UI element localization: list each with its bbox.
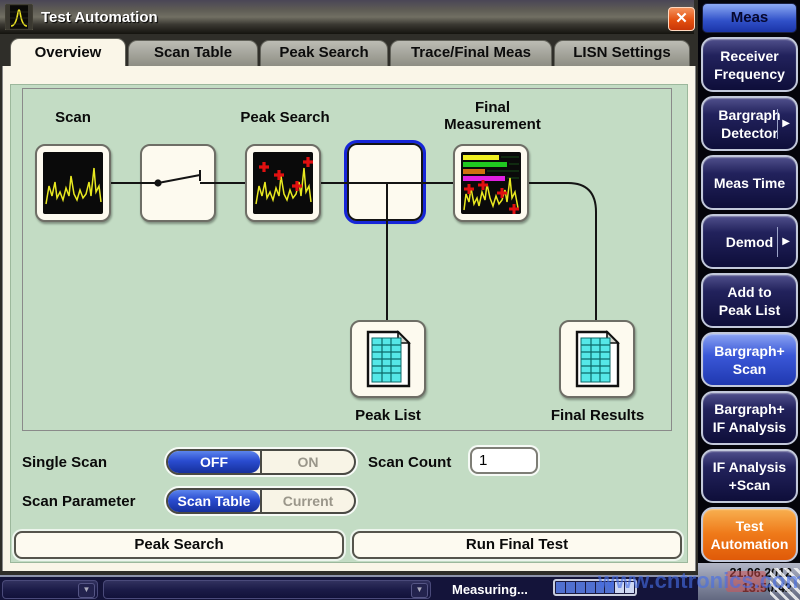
tab-lisn-settings[interactable]: LISN Settings	[554, 40, 690, 66]
tab-trace-final-meas[interactable]: Trace/Final Meas	[390, 40, 552, 66]
peak-list-label: Peak List	[338, 407, 438, 424]
final-results-node[interactable]	[559, 320, 635, 398]
progress-segment	[576, 582, 585, 593]
softkey-meas-time[interactable]: Meas Time	[701, 155, 798, 210]
tab-bar: Overview Scan Table Peak Search Trace/Fi…	[2, 36, 696, 66]
peak-search-label: Peak Search	[230, 109, 340, 126]
single-scan-label: Single Scan	[22, 454, 107, 471]
progress-segment	[615, 582, 624, 593]
softkey-bargraph-detector[interactable]: Bargraph Detector ▶	[701, 96, 798, 151]
switch-node[interactable]	[140, 144, 216, 222]
final-results-document-icon	[573, 330, 621, 388]
final-measurement-node[interactable]	[453, 144, 529, 222]
peak-search-trace-icon	[253, 152, 313, 214]
progress-segment	[625, 582, 634, 593]
progress-segment	[586, 582, 595, 593]
single-scan-on-option[interactable]: ON	[260, 451, 354, 473]
scan-parameter-label: Scan Parameter	[22, 493, 135, 510]
meas-menu-header: Meas	[702, 3, 797, 33]
tab-scan-table[interactable]: Scan Table	[128, 40, 258, 66]
spectrum-peak-icon	[5, 4, 33, 30]
scan-count-input[interactable]	[470, 447, 538, 474]
final-measurement-icon	[461, 152, 521, 214]
progress-segment	[566, 582, 575, 593]
status-dropdown-main[interactable]: ▼	[103, 580, 431, 599]
run-final-test-button[interactable]: Run Final Test	[352, 531, 682, 559]
peak-search-button[interactable]: Peak Search	[14, 531, 344, 559]
progress-segment	[596, 582, 605, 593]
scan-label: Scan	[35, 109, 111, 126]
close-button[interactable]: ✕	[668, 7, 695, 31]
window-title: Test Automation	[41, 9, 158, 26]
softkey-receiver-frequency[interactable]: Receiver Frequency	[701, 37, 798, 92]
measuring-status: Measuring...	[452, 582, 528, 597]
submenu-arrow-icon: ▶	[777, 109, 792, 139]
softkey-label: Demod	[726, 233, 773, 251]
softkey-bargraph-if-analysis[interactable]: Bargraph+ IF Analysis	[701, 391, 798, 445]
peak-list-document-icon	[364, 330, 412, 388]
softkey-bargraph-scan[interactable]: Bargraph+ Scan	[701, 332, 798, 387]
final-measurement-label: Final Measurement	[420, 99, 565, 133]
junction-node[interactable]	[347, 143, 423, 221]
single-scan-off-option[interactable]: OFF	[168, 451, 260, 473]
resize-grip-icon	[770, 568, 800, 600]
scan-node[interactable]	[35, 144, 111, 222]
progress-segment	[605, 582, 614, 593]
progress-segment	[556, 582, 565, 593]
scan-trace-icon	[43, 152, 103, 214]
final-results-label: Final Results	[540, 407, 655, 424]
tab-overview[interactable]: Overview	[10, 38, 126, 66]
close-icon: ✕	[675, 10, 688, 27]
submenu-arrow-icon: ▶	[777, 227, 792, 257]
dropdown-arrow-icon: ▼	[78, 583, 95, 598]
scan-parameter-scan-table-option[interactable]: Scan Table	[168, 490, 260, 512]
softkey-test-automation[interactable]: Test Automation	[701, 507, 798, 562]
status-dropdown-left[interactable]: ▼	[2, 580, 98, 599]
scan-parameter-current-option[interactable]: Current	[260, 490, 354, 512]
dropdown-arrow-icon: ▼	[411, 583, 428, 598]
softkey-add-to-peak-list[interactable]: Add to Peak List	[701, 273, 798, 328]
titlebar: Test Automation	[0, 0, 694, 34]
progress-bar	[553, 579, 637, 596]
scan-count-label: Scan Count	[368, 454, 451, 471]
softkey-demod[interactable]: Demod ▶	[701, 214, 798, 269]
single-scan-toggle: OFF ON	[166, 449, 356, 475]
screen: Test Automation ✕ Overview Scan Table Pe…	[0, 0, 800, 600]
scan-parameter-toggle: Scan Table Current	[166, 488, 356, 514]
peak-list-node[interactable]	[350, 320, 426, 398]
softkey-label: Bargraph Detector	[718, 106, 780, 142]
softkey-if-analysis-scan[interactable]: IF Analysis +Scan	[701, 449, 798, 503]
peak-search-node[interactable]	[245, 144, 321, 222]
tab-peak-search[interactable]: Peak Search	[260, 40, 388, 66]
